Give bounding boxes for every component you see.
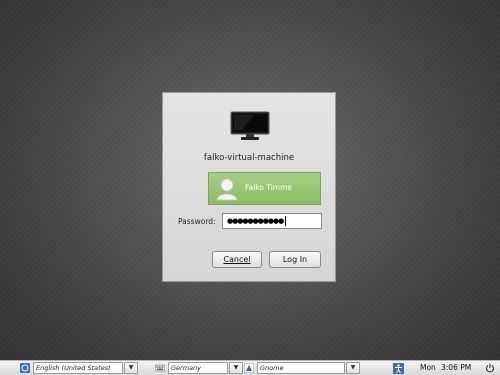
login-dialog: falko-virtual-machine Falko Timme Passwo… bbox=[162, 92, 336, 282]
bottom-panel: English (United States) ▼ Germany ▼ Gnom… bbox=[0, 360, 500, 375]
password-field[interactable]: ●●●●●●●●●●● bbox=[222, 213, 322, 229]
session-dropdown-button[interactable]: ▼ bbox=[346, 362, 360, 374]
session-icon bbox=[244, 363, 254, 373]
log-in-button[interactable]: Log In bbox=[269, 251, 321, 268]
clock-day: Mon bbox=[420, 363, 436, 372]
language-dropdown-button[interactable]: ▼ bbox=[124, 362, 138, 374]
user-avatar-icon bbox=[216, 178, 238, 201]
chevron-down-icon: ▼ bbox=[128, 364, 134, 371]
cancel-button[interactable]: Cancel bbox=[212, 251, 262, 268]
chevron-down-icon: ▼ bbox=[233, 364, 239, 371]
user-list-item[interactable]: Falko Timme bbox=[208, 172, 321, 205]
chevron-down-icon: ▼ bbox=[350, 364, 356, 371]
log-in-button-label: Log In bbox=[282, 255, 308, 264]
language-select[interactable]: English (United States) bbox=[33, 362, 123, 374]
keyboard-layout-value: Germany bbox=[171, 364, 201, 372]
keyboard-dropdown-button[interactable]: ▼ bbox=[229, 362, 243, 374]
power-icon[interactable] bbox=[485, 363, 495, 373]
clock-time: 3:06 PM bbox=[441, 363, 472, 372]
session-value: Gnome bbox=[260, 364, 284, 372]
password-dots: ●●●●●●●●●●● bbox=[227, 217, 284, 225]
language-icon bbox=[20, 363, 30, 373]
password-label: Password: bbox=[178, 217, 216, 226]
hostname-label: falko-virtual-machine bbox=[203, 153, 295, 163]
keyboard-icon bbox=[155, 364, 165, 372]
user-name-label: Falko Timme bbox=[245, 183, 293, 192]
session-select[interactable]: Gnome bbox=[257, 362, 345, 374]
language-value: English (United States) bbox=[36, 364, 111, 372]
monitor-icon bbox=[230, 111, 270, 140]
keyboard-layout-select[interactable]: Germany bbox=[168, 362, 228, 374]
cancel-button-label: Cancel bbox=[223, 255, 251, 264]
accessibility-icon[interactable] bbox=[393, 362, 404, 374]
text-caret bbox=[285, 216, 287, 226]
